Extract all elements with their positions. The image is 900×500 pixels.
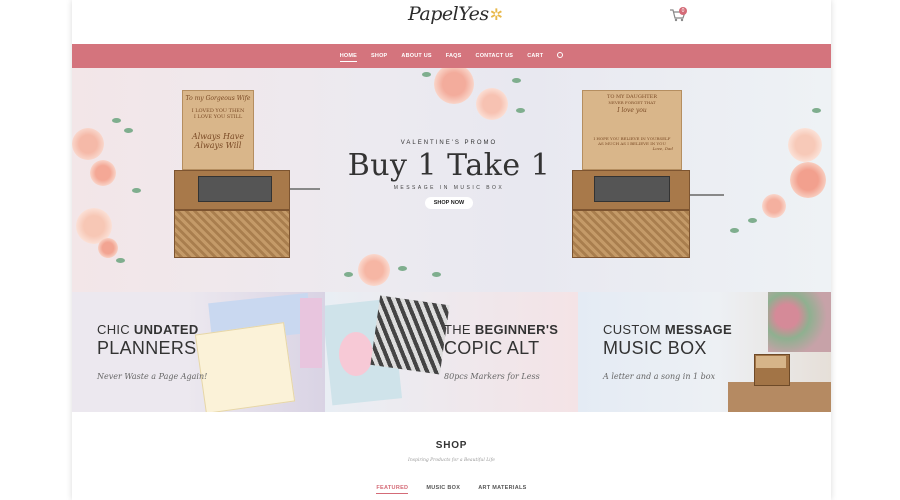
music-box-panel	[174, 210, 290, 258]
planner-image	[194, 292, 325, 412]
engraved-text: Always Have	[191, 132, 245, 141]
engraved-text: NEVER FORGET THAT	[608, 100, 656, 105]
nav-item-faqs[interactable]: FAQS	[439, 53, 469, 59]
flower-decoration	[762, 194, 786, 218]
category-tiles: CHIC UNDATED PLANNERS Never Waste a Page…	[72, 292, 831, 412]
shop-section: SHOP Inspiring Products for a Beautiful …	[72, 412, 831, 500]
tab-featured[interactable]: FEATURED	[376, 485, 409, 494]
site-logo[interactable]: PapelYes✲	[408, 3, 503, 25]
flower-decoration	[788, 128, 822, 162]
music-box-lid: TO MY DAUGHTER NEVER FORGET THAT I love …	[582, 90, 682, 170]
tile-title: MUSIC BOX	[603, 338, 707, 358]
music-box-crank	[690, 194, 724, 196]
music-box-crank	[290, 188, 320, 190]
tile-tagline: A letter and a song in 1 box	[603, 372, 716, 381]
page: PapelYes✲ 0 HOME SHOP ABOUT US FAQS CONT…	[72, 0, 831, 500]
tile-music-box[interactable]: CUSTOM MESSAGE MUSIC BOX A letter and a …	[578, 292, 831, 412]
tile-heading: THE BEGINNER'S	[444, 322, 559, 337]
shop-tabs: FEATURED MUSIC BOX ART MATERIALS	[72, 485, 831, 494]
leaf-decoration	[812, 108, 821, 113]
promo-kicker: VALENTINE'S PROMO	[400, 140, 498, 146]
sun-icon: ✲	[489, 5, 503, 24]
engraved-text: To my Gorgeous Wife	[185, 95, 251, 102]
leaf-decoration	[422, 72, 431, 77]
music-box-mechanism	[594, 176, 670, 202]
nav-item-cart[interactable]: CART	[520, 53, 550, 59]
tile-tagline: Never Waste a Page Again!	[97, 372, 208, 381]
leaf-decoration	[344, 272, 353, 277]
leaf-decoration	[112, 118, 121, 123]
leaf-decoration	[432, 272, 441, 277]
cart-count-badge: 0	[679, 7, 687, 15]
tab-music-box[interactable]: MUSIC BOX	[426, 485, 460, 494]
main-nav: HOME SHOP ABOUT US FAQS CONTACT US CART	[72, 44, 831, 68]
music-box-lid: To my Gorgeous Wife I LOVED YOU THEN I L…	[182, 90, 254, 170]
promo-title: Buy 1 Take 1	[347, 148, 551, 183]
flower-decoration	[476, 88, 508, 120]
nav-search[interactable]	[550, 52, 570, 60]
tile-title: COPIC ALT	[444, 338, 540, 358]
engraved-text: I LOVE YOU STILL	[193, 114, 243, 120]
nav-item-contact-us[interactable]: CONTACT US	[469, 53, 521, 59]
search-icon	[557, 52, 564, 58]
logo-text: PapelYes	[408, 3, 489, 25]
flower-decoration	[358, 254, 390, 286]
hero-banner[interactable]: To my Gorgeous Wife I LOVED YOU THEN I L…	[72, 68, 831, 292]
section-tagline: Inspiring Products for a Beautiful Life	[408, 458, 495, 463]
shop-now-button[interactable]: SHOP NOW	[424, 197, 474, 209]
tile-heading: CUSTOM MESSAGE	[603, 322, 732, 337]
tile-title: PLANNERS	[97, 338, 197, 358]
tile-planners[interactable]: CHIC UNDATED PLANNERS Never Waste a Page…	[72, 292, 325, 412]
tile-heading: CHIC UNDATED	[97, 322, 199, 337]
leaf-decoration	[748, 218, 757, 223]
nav-item-shop[interactable]: SHOP	[364, 53, 394, 59]
flower-decoration	[90, 160, 116, 186]
flower-decoration	[434, 68, 474, 104]
tile-copic-alt[interactable]: THE BEGINNER'S COPIC ALT 80pcs Markers f…	[325, 292, 578, 412]
flower-decoration	[790, 162, 826, 198]
section-title: SHOP	[435, 440, 468, 451]
engraved-text: Always Will	[194, 141, 242, 150]
leaf-decoration	[398, 266, 407, 271]
hero-promo: VALENTINE'S PROMO Buy 1 Take 1 MESSAGE I…	[319, 140, 579, 209]
music-box-mechanism	[198, 176, 272, 202]
leaf-decoration	[132, 188, 141, 193]
promo-subtitle: MESSAGE IN MUSIC BOX	[393, 185, 505, 191]
engraved-text: I love you	[617, 107, 647, 114]
music-box-photo	[728, 292, 831, 412]
site-header: PapelYes✲ 0	[72, 0, 831, 44]
leaf-decoration	[512, 78, 521, 83]
leaf-decoration	[516, 108, 525, 113]
music-box-left-image: To my Gorgeous Wife I LOVED YOU THEN I L…	[174, 90, 334, 270]
leaf-decoration	[116, 258, 125, 263]
leaf-decoration	[124, 128, 133, 133]
engraved-text: Love, Dad	[652, 146, 673, 151]
nav-item-about-us[interactable]: ABOUT US	[394, 53, 438, 59]
flower-decoration	[72, 128, 104, 160]
nav-item-home[interactable]: HOME	[333, 53, 364, 62]
tab-art-materials[interactable]: ART MATERIALS	[478, 485, 526, 494]
markers-image	[325, 292, 450, 412]
tile-tagline: 80pcs Markers for Less	[444, 372, 540, 381]
music-box-right-image: TO MY DAUGHTER NEVER FORGET THAT I love …	[572, 90, 732, 270]
flower-decoration	[98, 238, 118, 258]
music-box-panel	[572, 210, 690, 258]
